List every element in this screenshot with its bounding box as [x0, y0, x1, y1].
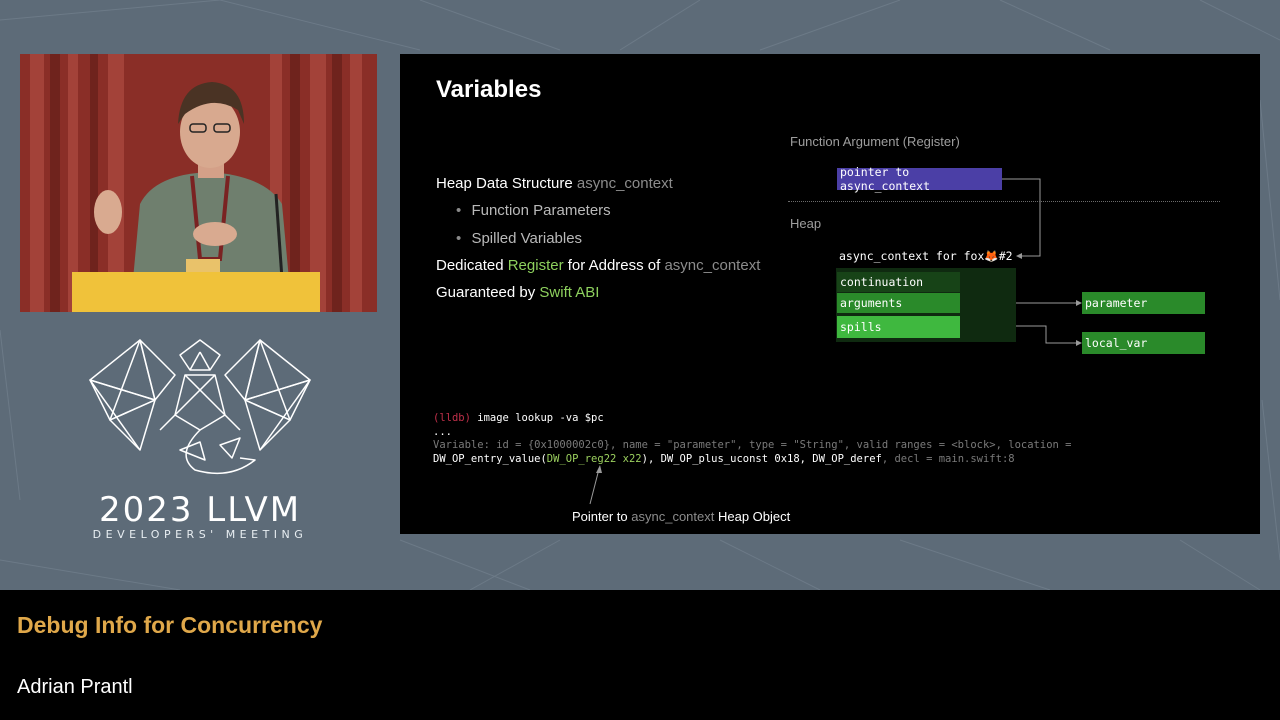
bullet-code: async_context [664, 256, 761, 274]
caption-code: async_context [631, 509, 715, 524]
talk-title: Debug Info for Concurrency [17, 612, 323, 638]
dragon-logo-icon [89, 339, 311, 475]
caption: Pointer to async_context Heap Object [572, 509, 790, 524]
slide-title: Variables [436, 76, 542, 103]
code-line-command: (lldb) image lookup -va $pc [433, 412, 1071, 426]
register-heading: Function Argument (Register) [790, 134, 960, 149]
lower-third-bar: Debug Info for Concurrency Adrian Prantl [0, 590, 1280, 720]
bullet-list: Heap Data Structure async_context Functi… [436, 170, 760, 306]
lldb-command: image lookup -va $pc [470, 412, 604, 424]
code-loc-decl: , decl = main.swift:8 [881, 452, 1015, 465]
pointer-box: pointer to async_context [837, 165, 1002, 193]
bullet-highlight: Swift ABI [539, 284, 600, 302]
heap-heading: Heap [790, 216, 822, 231]
field-arguments: arguments [837, 293, 960, 313]
bullet-text: Dedicated [436, 256, 508, 274]
bullet-text: Spilled Variables [471, 229, 583, 247]
caption-arrow-icon [589, 465, 602, 505]
code-loc-pre: DW_OP_entry_value( [433, 452, 547, 465]
context-header: async_context for fox🦊#2 [836, 244, 1016, 268]
target-local-var: local_var [1082, 332, 1205, 354]
bullet-code: async_context [576, 175, 673, 192]
field-spills: spills [837, 316, 960, 338]
target-parameter: parameter [1082, 292, 1205, 314]
bullet-swift-abi: Guaranteed by Swift ABI [436, 279, 760, 306]
presentation-slide: Variables Heap Data Structure async_cont… [400, 54, 1260, 534]
bullet-highlight: Register [507, 256, 564, 274]
lldb-output: (lldb) image lookup -va $pc... Variable: … [433, 412, 1071, 466]
bullet-dedicated-register: Dedicated Register for Address of async_… [436, 252, 760, 279]
logo-year-text: 2023 LLVM [98, 490, 302, 530]
bullet-text: for Address of [563, 256, 665, 274]
llvm-logo: 2023 LLVM DEVELOPERS' MEETING [70, 330, 330, 545]
field-continuation: continuation [837, 272, 960, 292]
logo-subtitle: DEVELOPERS' MEETING [92, 528, 308, 541]
caption-text: Pointer to [572, 509, 632, 524]
divider-line [788, 201, 1220, 202]
code-line-ellipsis: ... [433, 425, 452, 438]
code-line-location: DW_OP_entry_value(DW_OP_reg22 x22), DW_O… [433, 453, 1071, 467]
speaker-name: Adrian Prantl [17, 676, 133, 698]
bullet-text: Heap Data Structure [436, 175, 577, 192]
speaker-video [20, 54, 377, 312]
async-context-diagram: Function Argument (Register) pointer to … [780, 126, 1250, 366]
bullet-text: Function Parameters [471, 202, 611, 220]
bullet-text: Guaranteed by [436, 284, 540, 302]
lldb-prompt: (lldb) [433, 412, 471, 424]
code-loc-post: ), DW_OP_plus_uconst 0x18, DW_OP_deref [641, 452, 882, 465]
caption-text: Heap Object [714, 509, 791, 524]
bullet-heap-structure: Heap Data Structure async_context [436, 170, 760, 197]
bullet-function-parameters: Function Parameters [436, 197, 760, 224]
code-line-variable: Variable: id = {0x1000002c0}, name = "pa… [433, 439, 1072, 451]
bullet-spilled-variables: Spilled Variables [436, 225, 760, 252]
